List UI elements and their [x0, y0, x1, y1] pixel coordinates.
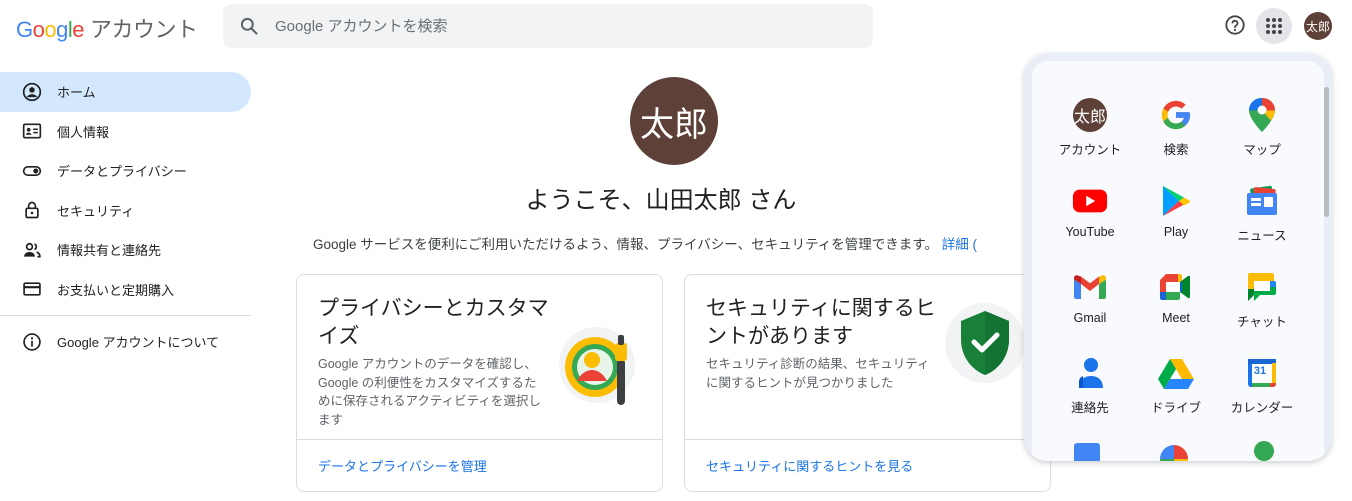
family-icon[interactable]	[1254, 441, 1274, 461]
gmail-icon	[1072, 269, 1108, 305]
drive-icon	[1158, 355, 1194, 391]
chat-icon	[1244, 269, 1280, 305]
app-label: カレンダー	[1230, 401, 1294, 415]
app-meet[interactable]: Meet	[1133, 253, 1219, 339]
app-label: Meet	[1162, 311, 1190, 325]
calendar-icon: 31	[1244, 355, 1280, 391]
photos-icon[interactable]	[1160, 445, 1188, 461]
sidebar-item-label: ホーム	[57, 85, 96, 101]
app-play[interactable]: Play	[1133, 167, 1219, 253]
apps-next-row-partial	[1070, 439, 1332, 461]
security-shield-icon	[943, 301, 1027, 396]
app-news[interactable]: ニュース	[1219, 167, 1305, 253]
google-account-logo[interactable]: Google アカウント	[16, 12, 198, 44]
sidebar-item-home[interactable]: ホーム	[0, 72, 251, 112]
search-icon[interactable]	[223, 16, 275, 36]
news-icon	[1244, 183, 1280, 219]
sidebar-item-personal-info[interactable]: 個人情報	[0, 112, 251, 152]
toggle-icon	[22, 161, 42, 181]
account-initials: 太郎	[1073, 98, 1107, 132]
card-title: プライバシーとカスタマイズ	[318, 297, 549, 348]
app-label: チャット	[1237, 315, 1287, 329]
app-drive[interactable]: ドライブ	[1133, 339, 1219, 425]
account-avatar-icon: 太郎	[1072, 97, 1108, 133]
sidebar-item-label: お支払いと定期購入	[57, 282, 175, 298]
app-youtube[interactable]: YouTube	[1047, 167, 1133, 253]
top-bar: Google アカウント 太郎	[0, 0, 1352, 52]
sidebar-item-label: Google アカウントについて	[57, 335, 220, 351]
app-label: Gmail	[1073, 311, 1107, 325]
sidebar-item-about[interactable]: Google アカウントについて	[0, 322, 251, 362]
app-maps[interactable]: マップ	[1219, 81, 1305, 167]
app-label: マップ	[1243, 143, 1281, 157]
sidebar-item-payments[interactable]: お支払いと定期購入	[0, 270, 251, 310]
meet-icon	[1158, 269, 1194, 305]
welcome-subtitle: Google サービスを便利にご利用いただけるよう、情報、プライバシー、セキュリ…	[313, 233, 977, 253]
play-store-icon	[1158, 183, 1194, 219]
people-icon	[22, 240, 42, 260]
app-gmail[interactable]: Gmail	[1047, 253, 1133, 339]
sidebar-nav: ホーム 個人情報 データとプライバシー セキュリティ 情報共有と連絡先 お支払い…	[0, 72, 251, 362]
app-label: 検索	[1163, 143, 1189, 157]
google-logo-text: Google	[16, 17, 85, 42]
security-tips-link[interactable]: セキュリティに関するヒントを見る	[685, 439, 1050, 491]
google-g-icon	[1158, 97, 1194, 133]
privacy-card[interactable]: プライバシーとカスタマイズ Google アカウントのデータを確認し、Googl…	[296, 274, 663, 492]
maps-pin-icon	[1244, 97, 1280, 133]
app-search[interactable]: 検索	[1133, 81, 1219, 167]
welcome-text: ようこそ、山田太郎 さん	[525, 187, 797, 214]
app-chat[interactable]: チャット	[1219, 253, 1305, 339]
credit-card-icon	[22, 279, 42, 299]
privacy-illustration-icon	[559, 321, 639, 414]
sidebar-item-label: 個人情報	[57, 124, 110, 140]
help-icon[interactable]	[1222, 12, 1248, 38]
profile-avatar[interactable]: 太郎	[630, 77, 718, 165]
sidebar-item-sharing[interactable]: 情報共有と連絡先	[0, 230, 251, 270]
manage-data-privacy-link[interactable]: データとプライバシーを管理	[297, 439, 662, 491]
apps-panel-scrollbar[interactable]	[1324, 87, 1329, 217]
contacts-icon	[1072, 355, 1108, 391]
info-icon	[22, 332, 42, 352]
apps-grid-icon[interactable]	[1256, 8, 1292, 44]
app-calendar[interactable]: 31 カレンダー	[1219, 339, 1305, 425]
id-card-icon	[22, 121, 42, 141]
home-user-icon	[22, 82, 42, 102]
apps-launcher-panel: 太郎 アカウント 検索 マップ YouTube Play ニュース Gmail …	[1024, 53, 1332, 461]
youtube-icon	[1072, 183, 1108, 219]
app-account[interactable]: 太郎 アカウント	[1047, 81, 1133, 167]
translate-icon[interactable]	[1074, 443, 1100, 461]
search-input[interactable]	[275, 17, 835, 35]
product-name: アカウント	[90, 17, 198, 42]
app-label: ニュース	[1237, 229, 1287, 243]
search-bar[interactable]	[223, 4, 873, 48]
account-avatar-button[interactable]: 太郎	[1304, 12, 1332, 40]
app-label: 連絡先	[1071, 401, 1109, 415]
card-description: セキュリティ診断の結果、セキュリティに関するヒントが見つかりました	[706, 357, 930, 390]
calendar-day: 31	[1253, 365, 1267, 377]
sidebar-item-label: 情報共有と連絡先	[57, 243, 162, 259]
apps-grid: 太郎 アカウント 検索 マップ YouTube Play ニュース Gmail …	[1047, 81, 1305, 425]
card-title: セキュリティに関するヒントがあります	[706, 297, 936, 348]
card-description: Google アカウントのデータを確認し、Google の利便性をカスタマイズす…	[318, 357, 541, 427]
subtitle-text: Google サービスを便利にご利用いただけるよう、情報、プライバシー、セキュリ…	[313, 237, 938, 252]
sidebar-divider	[0, 315, 251, 316]
app-label: Play	[1163, 225, 1189, 239]
app-label: ドライブ	[1150, 401, 1201, 415]
sidebar-item-label: データとプライバシー	[57, 164, 187, 180]
learn-more-link[interactable]: 詳細 (	[942, 237, 977, 252]
app-label: アカウント	[1058, 143, 1122, 157]
app-contacts[interactable]: 連絡先	[1047, 339, 1133, 425]
app-label: YouTube	[1065, 225, 1115, 239]
security-card[interactable]: セキュリティに関するヒントがあります セキュリティ診断の結果、セキュリティに関す…	[684, 274, 1051, 492]
